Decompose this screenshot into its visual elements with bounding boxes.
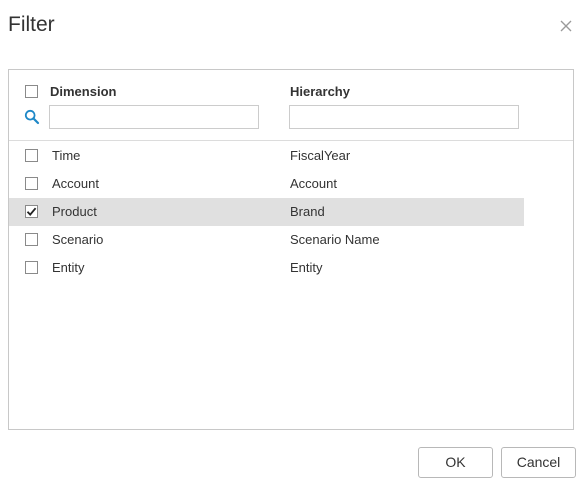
dimension-cell: Account (52, 176, 99, 191)
close-icon (560, 20, 572, 32)
hierarchy-cell: Scenario Name (290, 232, 380, 247)
checkmark-icon (26, 207, 37, 216)
dimension-cell: Product (52, 204, 97, 219)
table-row[interactable]: Account Account (9, 170, 524, 198)
dimension-column-header: Dimension (50, 84, 117, 99)
row-checkbox[interactable] (25, 261, 38, 274)
hierarchy-cell: Entity (290, 260, 323, 275)
row-checkbox[interactable] (25, 205, 38, 218)
table-row[interactable]: Entity Entity (9, 254, 524, 282)
cancel-button[interactable]: Cancel (501, 447, 576, 478)
hierarchy-cell: Brand (290, 204, 325, 219)
select-all-checkbox[interactable] (25, 85, 38, 98)
hierarchy-search-input[interactable] (289, 105, 519, 129)
dimension-search-input[interactable] (49, 105, 259, 129)
table-row[interactable]: Product Brand (9, 198, 524, 226)
dimension-cell: Entity (52, 260, 85, 275)
hierarchy-cell: Account (290, 176, 337, 191)
table-row[interactable]: Time FiscalYear (9, 142, 524, 170)
ok-button[interactable]: OK (418, 447, 493, 478)
row-checkbox[interactable] (25, 149, 38, 162)
dimension-cell: Scenario (52, 232, 104, 247)
dialog-title: Filter (8, 13, 55, 36)
row-checkbox[interactable] (25, 177, 38, 190)
close-button[interactable] (556, 16, 576, 36)
dimension-cell: Time (52, 148, 81, 163)
header-divider (9, 140, 573, 141)
table-row[interactable]: Scenario Scenario Name (9, 226, 524, 254)
hierarchy-cell: FiscalYear (290, 148, 351, 163)
filter-panel: Dimension Hierarchy Time FiscalYear Acco… (8, 69, 574, 430)
hierarchy-column-header: Hierarchy (290, 84, 350, 99)
search-icon (24, 109, 40, 125)
row-checkbox[interactable] (25, 233, 38, 246)
